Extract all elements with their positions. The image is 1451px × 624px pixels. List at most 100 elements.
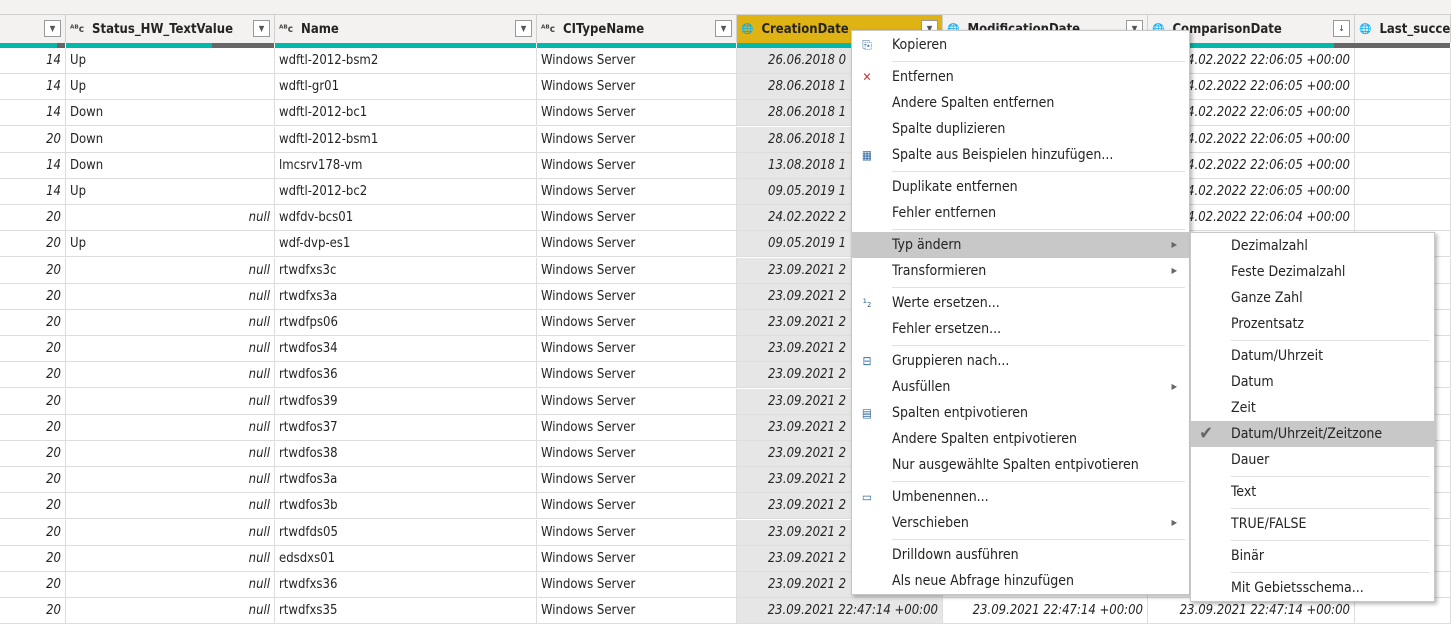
- table-cell[interactable]: 14: [0, 100, 66, 127]
- table-cell[interactable]: Windows Server: [537, 493, 737, 520]
- menu-item-ganze-zahl[interactable]: Ganze Zahl: [1191, 285, 1434, 311]
- table-cell[interactable]: Down: [66, 152, 275, 179]
- table-cell[interactable]: Windows Server: [537, 545, 737, 572]
- table-cell[interactable]: 20: [0, 545, 66, 572]
- menu-item-fehler-entfernen[interactable]: Fehler entfernen: [852, 200, 1189, 226]
- table-cell[interactable]: 20: [0, 205, 66, 232]
- table-cell[interactable]: Windows Server: [537, 48, 737, 74]
- menu-item-drilldown-ausführen[interactable]: Drilldown ausführen: [852, 542, 1189, 568]
- table-cell[interactable]: rtwdfxs3a: [275, 283, 537, 310]
- table-cell[interactable]: rtwdfos36: [275, 362, 537, 389]
- table-cell[interactable]: Windows Server: [537, 205, 737, 232]
- table-cell[interactable]: edsdxs01: [275, 545, 537, 572]
- menu-item-typ-ändern[interactable]: Typ ändern ▶: [852, 232, 1189, 258]
- table-cell[interactable]: Windows Server: [537, 257, 737, 284]
- menu-item-datum-uhrzeit[interactable]: Datum/Uhrzeit: [1191, 343, 1434, 369]
- table-cell[interactable]: rtwdfos39: [275, 388, 537, 415]
- table-cell[interactable]: Windows Server: [537, 414, 737, 441]
- table-cell[interactable]: Windows Server: [537, 388, 737, 415]
- table-cell[interactable]: null: [66, 336, 275, 363]
- table-cell[interactable]: wdftl-2012-bc2: [275, 179, 537, 205]
- menu-item-nur-ausgewählte-spalten-entpivotieren[interactable]: Nur ausgewählte Spalten entpivotieren: [852, 452, 1189, 478]
- menu-item-transformieren[interactable]: Transformieren ▶: [852, 258, 1189, 284]
- table-cell[interactable]: 20: [0, 388, 66, 415]
- table-cell[interactable]: null: [66, 257, 275, 284]
- table-cell[interactable]: null: [66, 467, 275, 494]
- filter-dropdown-icon[interactable]: ▼: [715, 20, 732, 37]
- table-cell[interactable]: null: [66, 572, 275, 598]
- table-cell[interactable]: [1355, 598, 1451, 624]
- column-header-last_succe[interactable]: 🌐 Last_succe: [1355, 15, 1451, 43]
- table-cell[interactable]: wdfdv-bcs01: [275, 205, 537, 232]
- table-cell[interactable]: 20: [0, 310, 66, 336]
- table-cell[interactable]: null: [66, 362, 275, 389]
- table-cell[interactable]: Windows Server: [537, 179, 737, 205]
- table-cell[interactable]: Windows Server: [537, 231, 737, 258]
- table-cell[interactable]: 14: [0, 74, 66, 101]
- menu-item-feste-dezimalzahl[interactable]: Feste Dezimalzahl: [1191, 259, 1434, 285]
- table-cell[interactable]: 20: [0, 362, 66, 389]
- table-cell[interactable]: wdftl-2012-bsm2: [275, 48, 537, 74]
- table-cell[interactable]: 20: [0, 126, 66, 153]
- table-cell[interactable]: 14: [0, 48, 66, 74]
- column-header-index[interactable]: ▼: [0, 15, 66, 43]
- menu-item-datum[interactable]: Datum: [1191, 369, 1434, 395]
- table-cell[interactable]: Down: [66, 126, 275, 153]
- table-cell[interactable]: 20: [0, 441, 66, 467]
- menu-item-entfernen[interactable]: ✕ Entfernen: [852, 64, 1189, 90]
- menu-item-als-neue-abfrage-hinzufügen[interactable]: Als neue Abfrage hinzufügen: [852, 568, 1189, 594]
- menu-item-spalte-aus-beispielen-hinzufügen[interactable]: ▦ Spalte aus Beispielen hinzufügen...: [852, 142, 1189, 168]
- table-cell[interactable]: null: [66, 545, 275, 572]
- table-cell[interactable]: Windows Server: [537, 467, 737, 494]
- table-cell[interactable]: 20: [0, 493, 66, 520]
- table-cell[interactable]: rtwdfxs35: [275, 598, 537, 624]
- table-cell[interactable]: rtwdfos34: [275, 336, 537, 363]
- table-cell[interactable]: 23.09.2021 22:47:14 +00:00: [1148, 598, 1355, 624]
- table-cell[interactable]: rtwdfds05: [275, 519, 537, 546]
- menu-item-fehler-ersetzen[interactable]: Fehler ersetzen...: [852, 316, 1189, 342]
- table-cell[interactable]: rtwdfxs3c: [275, 257, 537, 284]
- table-cell[interactable]: rtwdfos37: [275, 414, 537, 441]
- table-cell[interactable]: rtwdfxs36: [275, 572, 537, 598]
- table-cell[interactable]: [1355, 179, 1451, 205]
- table-cell[interactable]: null: [66, 205, 275, 232]
- table-cell[interactable]: null: [66, 493, 275, 520]
- table-cell[interactable]: Windows Server: [537, 362, 737, 389]
- menu-item-kopieren[interactable]: ⎘ Kopieren: [852, 32, 1189, 58]
- sort-descending-icon[interactable]: ↓: [1333, 20, 1350, 37]
- menu-item-verschieben[interactable]: Verschieben ▶: [852, 510, 1189, 536]
- table-cell[interactable]: Windows Server: [537, 441, 737, 467]
- table-cell[interactable]: 20: [0, 336, 66, 363]
- menu-item-text[interactable]: Text: [1191, 479, 1434, 505]
- table-cell[interactable]: null: [66, 310, 275, 336]
- table-cell[interactable]: 20: [0, 467, 66, 494]
- table-cell[interactable]: 20: [0, 231, 66, 258]
- table-cell[interactable]: null: [66, 414, 275, 441]
- table-cell[interactable]: wdftl-2012-bc1: [275, 100, 537, 127]
- table-cell[interactable]: null: [66, 441, 275, 467]
- table-cell[interactable]: Windows Server: [537, 283, 737, 310]
- table-cell[interactable]: Down: [66, 100, 275, 127]
- menu-item-andere-spalten-entfernen[interactable]: Andere Spalten entfernen: [852, 90, 1189, 116]
- table-cell[interactable]: Windows Server: [537, 126, 737, 153]
- menu-item-mit-gebietsschema[interactable]: Mit Gebietsschema...: [1191, 575, 1434, 601]
- table-cell[interactable]: [1355, 152, 1451, 179]
- table-cell[interactable]: 20: [0, 519, 66, 546]
- table-cell[interactable]: Windows Server: [537, 519, 737, 546]
- menu-item-prozentsatz[interactable]: Prozentsatz: [1191, 311, 1434, 337]
- table-cell[interactable]: Up: [66, 74, 275, 101]
- table-cell[interactable]: null: [66, 388, 275, 415]
- table-cell[interactable]: [1355, 205, 1451, 232]
- menu-item-duplikate-entfernen[interactable]: Duplikate entfernen: [852, 174, 1189, 200]
- table-cell[interactable]: 20: [0, 598, 66, 624]
- table-cell[interactable]: 14: [0, 152, 66, 179]
- menu-item-umbenennen[interactable]: ▭ Umbenennen...: [852, 484, 1189, 510]
- datetimezone-type-icon[interactable]: 🌐: [1359, 24, 1371, 35]
- table-cell[interactable]: null: [66, 283, 275, 310]
- table-cell[interactable]: Windows Server: [537, 336, 737, 363]
- filter-dropdown-icon[interactable]: ▼: [515, 20, 532, 37]
- table-cell[interactable]: 23.09.2021 22:47:14 +00:00: [737, 598, 943, 624]
- table-cell[interactable]: 20: [0, 572, 66, 598]
- table-cell[interactable]: Windows Server: [537, 152, 737, 179]
- table-cell[interactable]: wdf-dvp-es1: [275, 231, 537, 258]
